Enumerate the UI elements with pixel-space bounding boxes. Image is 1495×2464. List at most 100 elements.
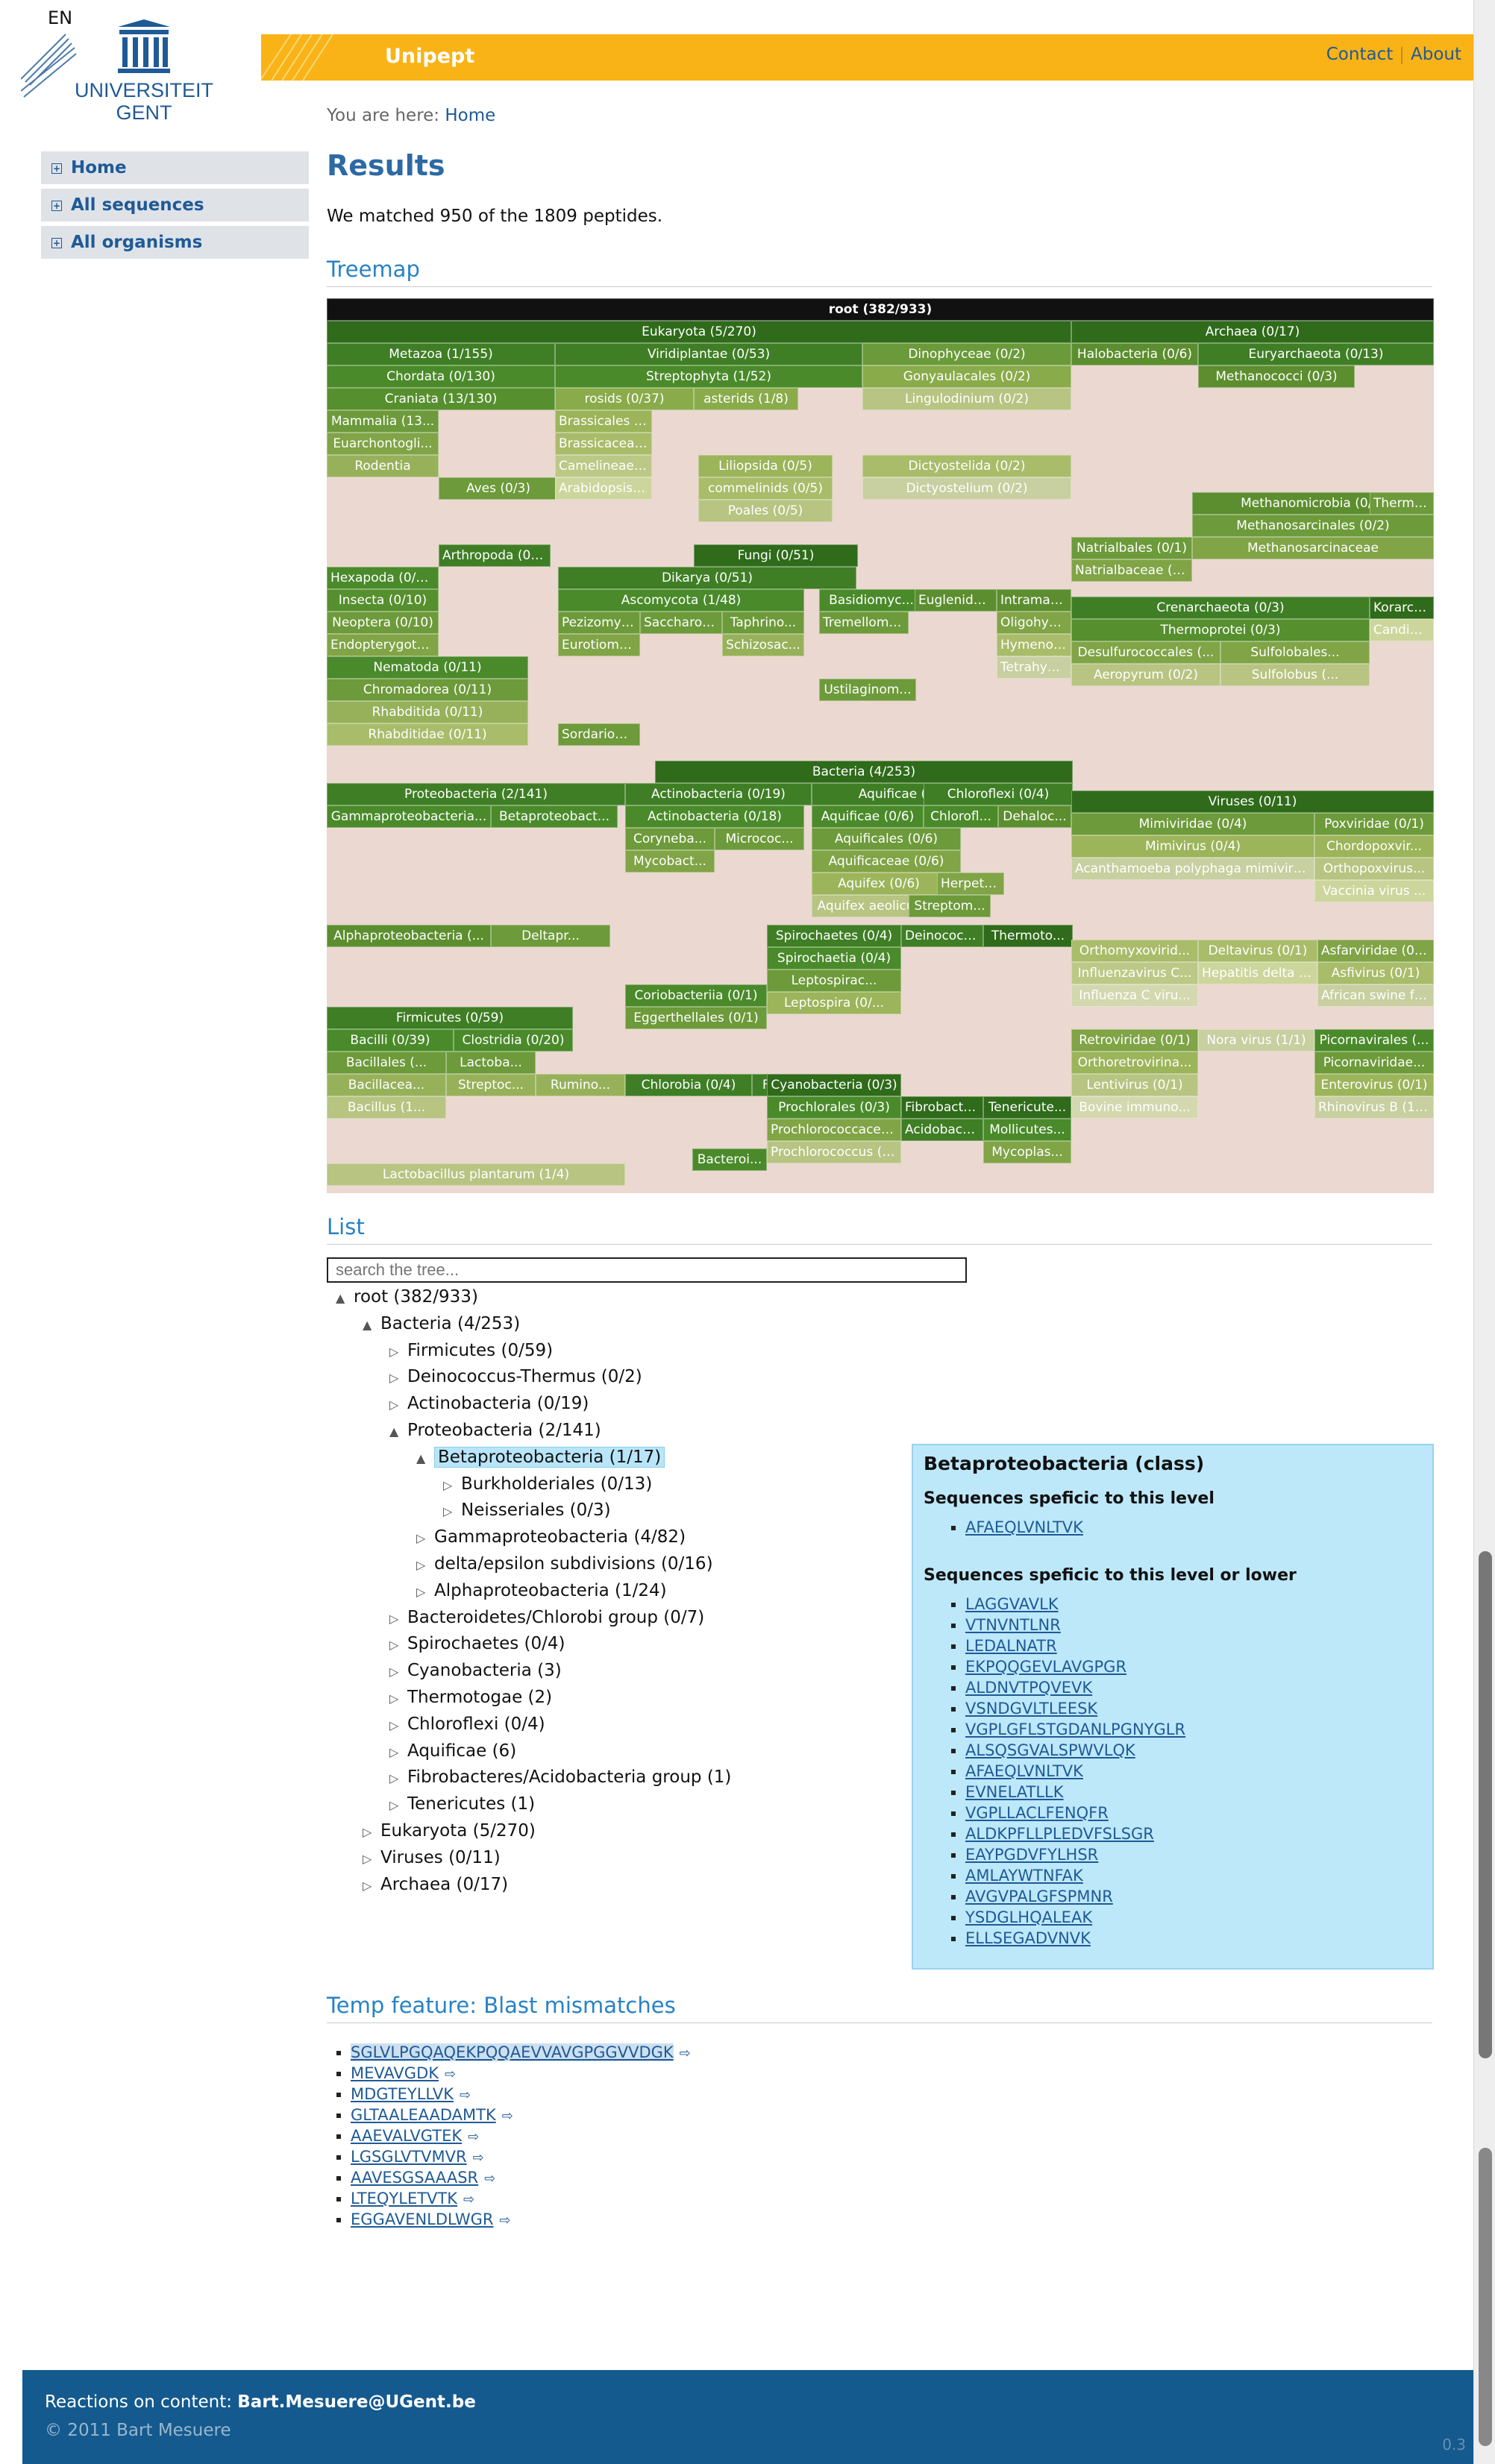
sequence-link[interactable]: EAYPGDVFYLHSR: [965, 1846, 1098, 1864]
expand-triangle-icon[interactable]: ▷: [416, 1580, 434, 1605]
external-link-icon[interactable]: ⇨: [680, 2046, 691, 2061]
treemap-cell[interactable]: Betaproteobact...: [491, 805, 618, 828]
treemap-cell[interactable]: Hexapoda (0/10): [327, 567, 439, 589]
treemap-cell[interactable]: Archaea (0/17): [1071, 321, 1434, 343]
treemap-cell[interactable]: Bacteria (4/253): [655, 761, 1073, 783]
treemap-cell[interactable]: Orthopoxvirus...: [1314, 858, 1434, 880]
sidebar-item-all-organisms[interactable]: + All organisms: [41, 226, 309, 259]
treemap-cell[interactable]: Firmicutes (0/59): [327, 1007, 573, 1029]
treemap-cell[interactable]: Euryarchaeota (0/13): [1198, 343, 1434, 365]
sequence-link[interactable]: LEDALNATR: [965, 1637, 1057, 1655]
treemap-cell[interactable]: Tenericute...: [983, 1096, 1071, 1119]
treemap-cell[interactable]: Natrialbaceae (0/1): [1071, 559, 1192, 582]
sequence-link[interactable]: ELLSEGADVNVK: [965, 1929, 1091, 1947]
treemap-cell[interactable]: Streptoc...: [446, 1074, 536, 1096]
blast-sequence-link[interactable]: LGSGLVTVMVR: [351, 2148, 467, 2166]
treemap-cell[interactable]: Oligohym...: [997, 612, 1071, 634]
tree-node[interactable]: ▷ Chloroflexi (0/4): [389, 1712, 545, 1737]
tree-search-input[interactable]: [327, 1257, 967, 1283]
treemap-cell[interactable]: Deltavirus (0/1): [1198, 940, 1317, 962]
treemap-cell[interactable]: Deltapr...: [491, 925, 610, 947]
treemap-cell[interactable]: Prochlorococcaceae...: [767, 1119, 901, 1141]
treemap-cell[interactable]: Lactoba...: [446, 1052, 536, 1074]
treemap-cell[interactable]: Camelineae (0/33): [555, 455, 652, 477]
treemap-cell[interactable]: Bovine immuno...: [1071, 1096, 1198, 1119]
app-brand[interactable]: Unipept: [385, 45, 474, 68]
treemap-cell[interactable]: Coryneba...: [625, 828, 715, 850]
tree-node-label[interactable]: Actinobacteria (0/19): [407, 1394, 589, 1413]
tree-node-label[interactable]: Cyanobacteria (3): [407, 1661, 562, 1680]
treemap-cell[interactable]: commelinids (0/5): [698, 477, 833, 500]
treemap-cell[interactable]: Asfivirus (0/1): [1317, 962, 1434, 984]
treemap-cell[interactable]: Aquificales (0/6): [812, 828, 961, 850]
contact-link[interactable]: Contact: [1326, 45, 1393, 64]
treemap-cell[interactable]: Arabidopsis (0/33): [555, 477, 652, 500]
treemap-cell[interactable]: Proteobacteria (2/141): [327, 783, 625, 805]
tree-node[interactable]: ▷ Aquificae (6): [389, 1738, 516, 1764]
expand-triangle-icon[interactable]: ▷: [416, 1553, 434, 1578]
treemap-cell[interactable]: Chlorofl...: [924, 805, 998, 828]
sidebar-item-all-sequences[interactable]: + All sequences: [41, 189, 309, 221]
external-link-icon[interactable]: ⇨: [484, 2171, 495, 2187]
treemap-cell[interactable]: Leptospira (0/...: [767, 992, 901, 1014]
treemap-cell[interactable]: Lentivirus (0/1): [1071, 1074, 1198, 1096]
tree-node[interactable]: ▷ Viruses (0/11): [363, 1845, 501, 1870]
treemap-cell[interactable]: Vaccinia virus ...: [1314, 880, 1434, 902]
treemap-cell[interactable]: Nematoda (0/11): [327, 656, 528, 679]
treemap-cell[interactable]: Hepatitis delta v...: [1198, 962, 1317, 984]
treemap-cell[interactable]: Insecta (0/10): [327, 589, 439, 612]
tree-node-label[interactable]: Bacteroidetes/Chlorobi group (0/7): [407, 1608, 704, 1627]
treemap-cell[interactable]: Mollicutes...: [983, 1119, 1071, 1141]
treemap-cell[interactable]: Prochlorales (0/3): [767, 1096, 901, 1119]
expand-triangle-icon[interactable]: ▷: [389, 1632, 407, 1658]
treemap-cell[interactable]: Spirochaetes (0/4): [767, 925, 901, 947]
treemap-cell[interactable]: Euarchontogli...: [327, 433, 439, 455]
treemap-cell[interactable]: Rhabditida (0/11): [327, 701, 528, 723]
treemap-cell[interactable]: Schizosac...: [722, 634, 804, 656]
expand-triangle-icon[interactable]: ▷: [443, 1499, 461, 1524]
tree-node[interactable]: ▷ Thermotogae (2): [389, 1685, 552, 1710]
treemap-cell[interactable]: Endopterygota (0/...: [327, 634, 439, 656]
collapse-triangle-icon[interactable]: ▲: [416, 1446, 434, 1471]
tree-node-label[interactable]: Burkholderiales (0/13): [461, 1474, 652, 1494]
sequence-link[interactable]: YSDGLHQALEAK: [965, 1908, 1092, 1926]
treemap-cell[interactable]: Picornavirales (...: [1314, 1029, 1434, 1052]
treemap-cell[interactable]: Poxviridae (0/1): [1314, 813, 1434, 835]
treemap-cell[interactable]: Thermoto...: [983, 925, 1073, 947]
sequence-link[interactable]: ALDKPFLLPLEDVFSLSGR: [965, 1825, 1154, 1843]
treemap-cell[interactable]: Poales (0/5): [698, 500, 833, 522]
expand-triangle-icon[interactable]: ▷: [389, 1339, 407, 1365]
blast-sequence-link[interactable]: SGLVLPGQAQEKPQQAEVVAVGPGGVVDGK: [351, 2043, 674, 2061]
treemap-cell[interactable]: Aquificaceae (0/6): [812, 850, 961, 873]
expand-triangle-icon[interactable]: ▷: [389, 1793, 407, 1818]
external-link-icon[interactable]: ⇨: [445, 2067, 456, 2082]
treemap-cell[interactable]: asterids (1/8): [694, 388, 798, 410]
treemap-cell[interactable]: Fibrobacte...: [901, 1096, 983, 1119]
external-link-icon[interactable]: ⇨: [499, 2213, 510, 2228]
expand-triangle-icon[interactable]: ▷: [389, 1740, 407, 1765]
treemap-cell[interactable]: Orthoretrovirina...: [1071, 1052, 1198, 1074]
treemap-cell[interactable]: Lactobacillus plantarum (1/4): [327, 1163, 625, 1186]
blast-sequence-link[interactable]: MEVAVGDK: [351, 2064, 439, 2082]
blast-sequence-link[interactable]: AAEVALVGTEK: [351, 2127, 462, 2145]
treemap-cell[interactable]: Taphrino...: [722, 612, 804, 634]
treemap-cell[interactable]: Prochlorococcus (0...: [767, 1141, 901, 1163]
treemap-cell[interactable]: Metazoa (1/155): [327, 343, 555, 365]
blast-sequence-link[interactable]: MDGTEYLLVK: [351, 2085, 454, 2103]
treemap-cell[interactable]: Tetrahym...: [997, 656, 1071, 679]
treemap-cell[interactable]: Sordariomy...: [558, 723, 640, 746]
sequence-link[interactable]: VGPLLACLFENQFR: [965, 1804, 1109, 1822]
tree-node-label[interactable]: Proteobacteria (2/141): [407, 1421, 601, 1440]
treemap-cell[interactable]: Spirochaetia (0/4): [767, 947, 901, 969]
treemap-cell[interactable]: Acanthamoeba polyphaga mimivirus...: [1071, 858, 1314, 880]
tree-node[interactable]: ▷ Bacteroidetes/Chlorobi group (0/7): [389, 1605, 704, 1630]
treemap-cell[interactable]: Lingulodinium (0/2): [862, 388, 1071, 410]
treemap-cell[interactable]: Chloroflexi (0/4): [924, 783, 1073, 805]
tree-node-label[interactable]: Firmicutes (0/59): [407, 1341, 553, 1360]
tree-node[interactable]: ▷ Spirochaetes (0/4): [389, 1631, 565, 1656]
treemap-cell[interactable]: Aeropyrum (0/2): [1071, 664, 1220, 686]
blast-sequence-link[interactable]: EGGAVENLDLWGR: [351, 2210, 493, 2228]
treemap-cell[interactable]: Eggerthellales (0/1): [625, 1007, 767, 1029]
treemap-cell[interactable]: Rhinovirus B (1/1): [1314, 1096, 1434, 1119]
treemap-cell[interactable]: Deinococc...: [901, 925, 983, 947]
